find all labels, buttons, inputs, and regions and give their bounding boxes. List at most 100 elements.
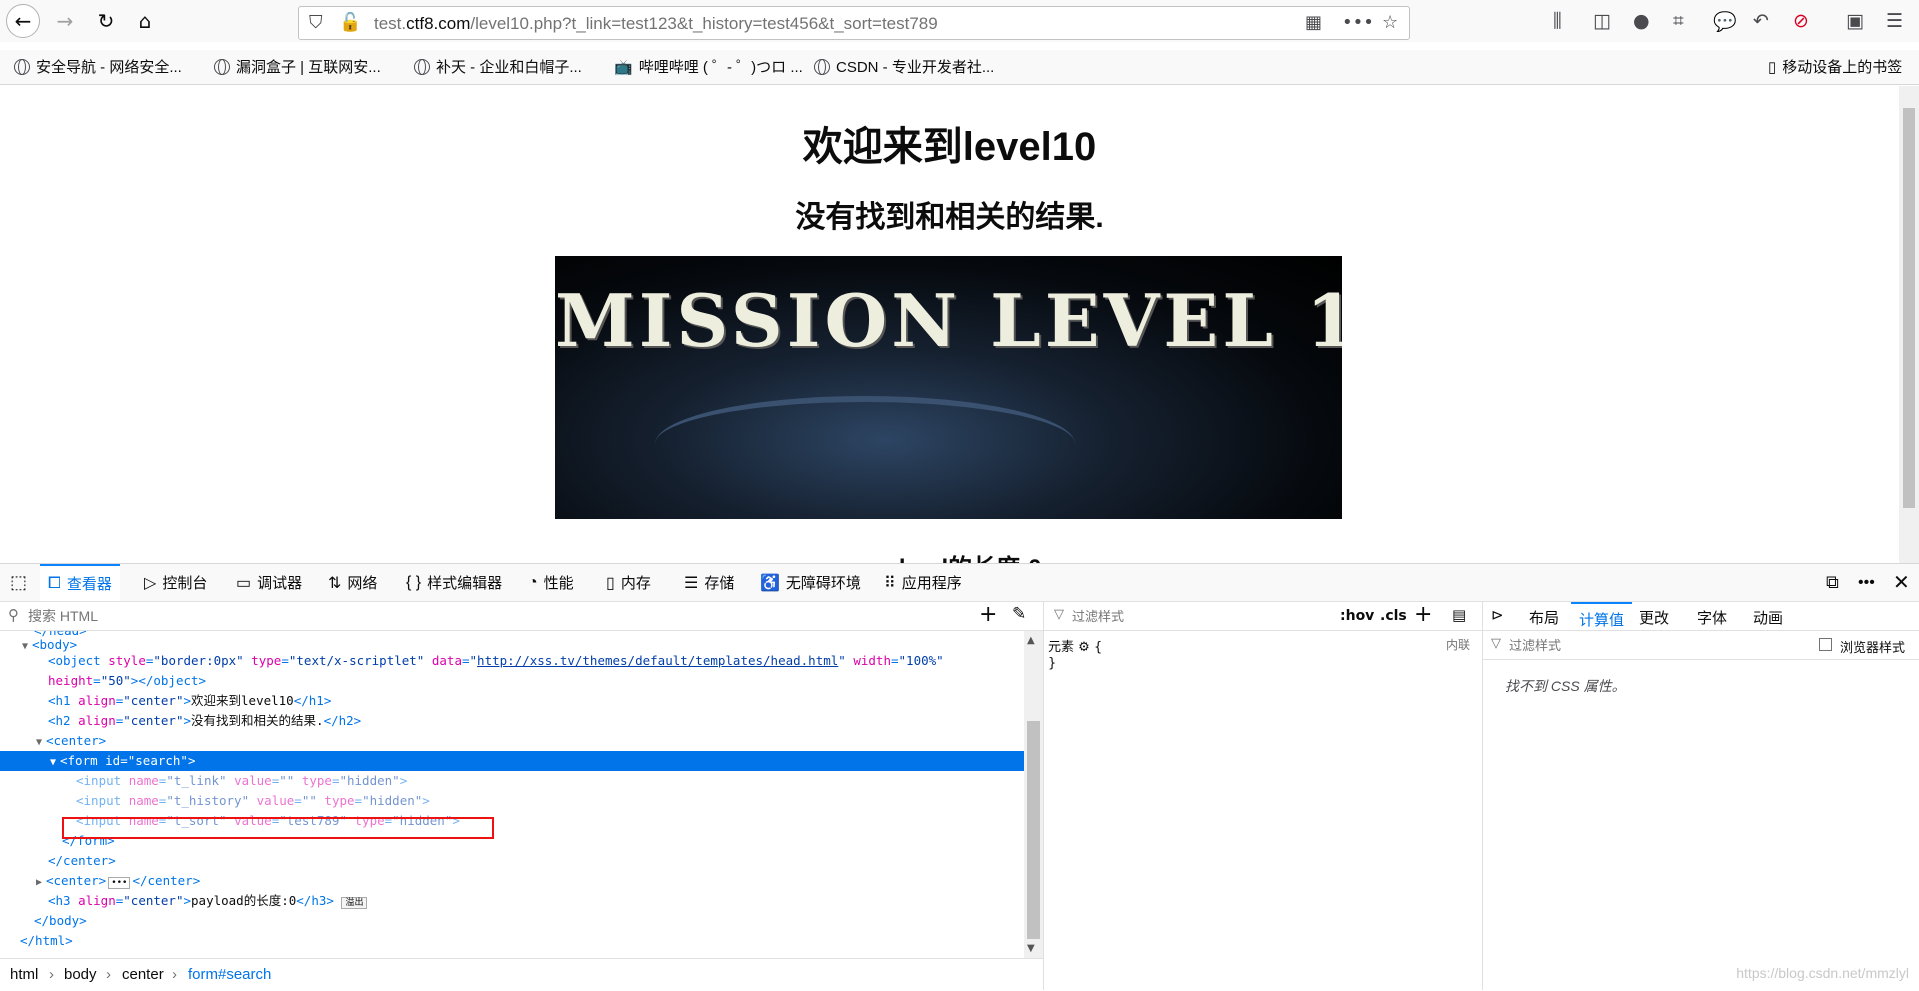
browser-styles-checkbox[interactable] <box>1819 638 1832 651</box>
scroll-up-icon[interactable]: ▲ <box>1027 635 1035 646</box>
tree-line-form-selected[interactable]: ▼ <form id="search"> <box>0 751 1024 771</box>
braces-icon: { } <box>406 573 422 591</box>
tree-line-body-close[interactable]: </body> <box>0 911 1024 931</box>
tab-computed[interactable]: 计算值 <box>1571 602 1633 629</box>
toggle-pane-icon[interactable]: ⊳ <box>1491 606 1504 624</box>
scroll-thumb[interactable] <box>1903 108 1915 508</box>
crop-icon[interactable]: ⌗ <box>1673 10 1684 32</box>
banner-title: MISSION LEVEL 10 <box>555 278 1342 363</box>
sidebar-icon[interactable]: ◫ <box>1593 10 1611 32</box>
overflow-badge[interactable]: 溢出 <box>341 897 368 909</box>
tree-line-center-collapsed[interactable]: ▶ <center> ••• </center> <box>0 871 1024 891</box>
tab-performance[interactable]: ◔ 性能 <box>528 564 574 601</box>
chat-icon[interactable]: 💬 <box>1713 10 1737 33</box>
forward-button[interactable]: → <box>48 4 82 38</box>
globe-icon <box>14 58 30 75</box>
tab-storage[interactable]: ☰ 存储 <box>684 564 734 601</box>
mobile-bookmarks[interactable]: ▯ 移动设备上的书签 <box>1768 56 1902 77</box>
breadcrumb-body[interactable]: body <box>64 966 97 983</box>
shield-icon[interactable]: ⛉ <box>309 12 323 33</box>
tree-line-h1[interactable]: <h1 align="center">欢迎来到level10</h1> <box>0 691 1024 711</box>
more-options-icon[interactable]: ••• <box>1858 564 1875 601</box>
tree-line-center-close[interactable]: </center> <box>0 851 1024 871</box>
bookmark-item[interactable]: 📺 哔哩哔哩 ( ゜- ゜)つロ ... <box>614 56 803 77</box>
tab-fonts[interactable]: 字体 <box>1697 607 1727 628</box>
url-bar[interactable]: ⛉ 🔓 test.ctf8.com/level10.php?t_link=tes… <box>298 6 1410 40</box>
bookmark-item[interactable]: 补天 - 企业和白帽子... <box>414 56 582 77</box>
breadcrumb-center[interactable]: center <box>122 966 164 983</box>
eyedropper-icon[interactable]: ✎ <box>1012 604 1026 624</box>
qr-code-icon[interactable]: ▦ <box>1305 12 1322 33</box>
tree-line-center[interactable]: ▼ <center> <box>0 731 1024 751</box>
blocked-icon[interactable]: ⊘ <box>1793 10 1809 32</box>
gauge-icon: ◔ <box>528 573 538 591</box>
mission-banner-image: MISSION LEVEL 10 <box>555 256 1342 519</box>
tree-line-object-cont[interactable]: height="50"></object> <box>0 671 1024 691</box>
debugger-icon: ▭ <box>236 574 252 592</box>
tree-line-object[interactable]: <object style="border:0px" type="text/x-… <box>0 651 1024 671</box>
scroll-down-icon[interactable]: ▼ <box>1027 943 1035 954</box>
computed-filter-input[interactable] <box>1507 635 1741 655</box>
storage-icon: ☰ <box>684 574 699 592</box>
tree-line-h3[interactable]: <h3 align="center">payload的长度:0</h3> 溢出 <box>0 891 1024 911</box>
tree-scroll-thumb[interactable] <box>1027 721 1040 939</box>
rules-filter-input[interactable] <box>1070 606 1334 626</box>
tab-network[interactable]: ⇅ 网络 <box>328 564 377 601</box>
more-actions-icon[interactable]: ••• <box>1342 12 1374 33</box>
tab-memory[interactable]: ▯ 内存 <box>606 564 651 601</box>
bookmark-item[interactable]: 安全导航 - 网络安全... <box>14 56 182 77</box>
tab-accessibility[interactable]: ♿ 无障碍环境 <box>760 564 861 601</box>
chevron-right-icon: › <box>106 966 111 983</box>
network-icon: ⇅ <box>328 574 342 592</box>
tree-line-h2[interactable]: <h2 align="center">没有找到和相关的结果.</h2> <box>0 711 1024 731</box>
breadcrumb-html[interactable]: html <box>10 966 38 983</box>
tree-scrollbar[interactable]: ▲ ▼ <box>1024 631 1043 959</box>
undo-icon[interactable]: ↶ <box>1753 10 1769 32</box>
insecure-lock-icon[interactable]: 🔓 <box>339 12 361 33</box>
tab-inspector[interactable]: ⧠ 查看器 <box>40 564 120 601</box>
tab-layout[interactable]: 布局 <box>1529 607 1559 628</box>
url-text[interactable]: test.ctf8.com/level10.php?t_link=test123… <box>374 14 938 34</box>
page-scrollbar[interactable] <box>1899 86 1919 563</box>
dock-icon[interactable]: ⧉ <box>1826 564 1839 601</box>
close-icon[interactable]: ✕ <box>1893 564 1910 601</box>
devtools-panel: ⬚ ⧠ 查看器 ▷ 控制台 ▭ 调试器 ⇅ 网络 { } 样式编辑器 ◔ 性能 ▯ 内存 ☰ 存… <box>0 563 1919 990</box>
library-icon[interactable]: ⫼ <box>1553 10 1562 32</box>
hov-toggle[interactable]: :hov <box>1340 608 1374 624</box>
bookmark-item[interactable]: CSDN - 专业开发者社... <box>814 56 994 77</box>
tab-console[interactable]: ▷ 控制台 <box>144 564 207 601</box>
add-node-icon[interactable]: + <box>979 602 997 627</box>
search-input[interactable] <box>26 605 930 627</box>
rules-panel: ▽ :hov .cls + ▤ 元素 ⚙ { } 内联 <box>1044 602 1483 990</box>
cls-toggle[interactable]: .cls <box>1380 608 1407 624</box>
reload-icon: ↻ <box>97 9 115 33</box>
menu-icon[interactable]: ☰ <box>1886 10 1903 32</box>
tab-debugger[interactable]: ▭ 调试器 <box>236 564 302 601</box>
account-icon[interactable]: ● <box>1633 10 1650 32</box>
tab-style-editor[interactable]: { } 样式编辑器 <box>406 564 502 601</box>
add-rule-icon[interactable]: + <box>1414 602 1432 627</box>
globe-icon <box>214 58 230 75</box>
side-tabbar: ⊳ 布局 计算值 更改 字体 动画 <box>1483 602 1919 631</box>
tree-line-html-close[interactable]: </html> <box>0 931 1024 951</box>
breadcrumb-form[interactable]: form#search <box>188 966 271 983</box>
element-rule[interactable]: 元素 ⚙ { <box>1048 636 1102 655</box>
tree-line-input-t-history[interactable]: <input name="t_history" value="" type="h… <box>0 791 1024 811</box>
tab-animations[interactable]: 动画 <box>1753 607 1783 628</box>
bookmark-item[interactable]: 漏洞盒子 | 互联网安... <box>214 56 381 77</box>
page-subtitle: 没有找到和相关的结果. <box>795 201 1104 234</box>
bookmarks-bar: 安全导航 - 网络安全... 漏洞盒子 | 互联网安... 补天 - 企业和白帽… <box>0 50 1919 85</box>
document-icon[interactable]: ▤ <box>1452 606 1466 624</box>
home-button[interactable]: ⌂ <box>128 4 162 38</box>
tree-line-input-t-link[interactable]: <input name="t_link" value="" type="hidd… <box>0 771 1024 791</box>
extensions-icon[interactable]: ▣ <box>1846 10 1864 32</box>
back-button[interactable]: ← <box>6 4 40 38</box>
tab-application[interactable]: ⠿ 应用程序 <box>884 564 962 601</box>
collapsed-ellipsis[interactable]: ••• <box>108 877 131 889</box>
reload-button[interactable]: ↻ <box>89 4 123 38</box>
pick-element-icon[interactable]: ⬚ <box>10 564 27 601</box>
star-icon[interactable]: ☆ <box>1382 12 1398 33</box>
banner-roof-shape <box>655 396 1075 492</box>
tab-changes[interactable]: 更改 <box>1639 607 1669 628</box>
object-data-link[interactable]: http://xss.tv/themes/default/templates/h… <box>477 653 838 668</box>
